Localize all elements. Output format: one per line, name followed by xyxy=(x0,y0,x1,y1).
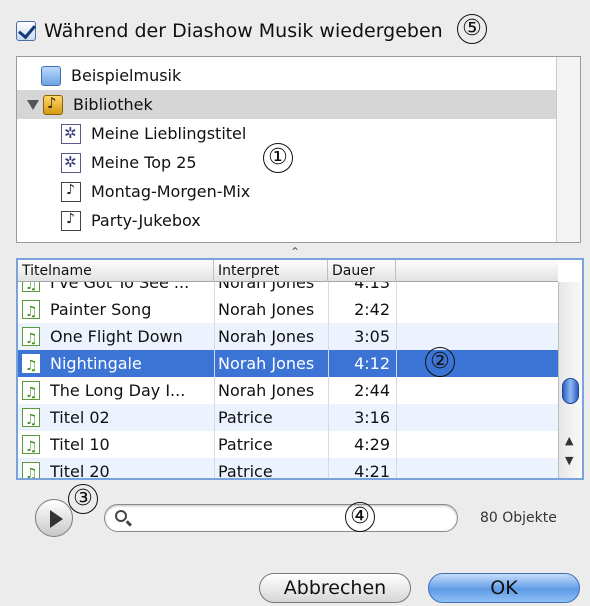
song-title: One Flight Down xyxy=(50,327,183,346)
scrollbar-thumb[interactable] xyxy=(562,378,579,404)
table-row-selected[interactable]: Nightingale Norah Jones 4:12 xyxy=(18,350,558,377)
song-icon xyxy=(22,404,44,431)
song-icon xyxy=(22,458,44,478)
cancel-button[interactable]: Abbrechen xyxy=(259,573,411,603)
play-music-label: Während der Diashow Musik wiedergeben xyxy=(44,20,443,42)
song-duration: 4:12 xyxy=(354,354,390,373)
source-list[interactable]: Beispielmusik Bibliothek Meine Lieblings… xyxy=(16,56,581,243)
song-duration: 4:13 xyxy=(354,282,390,292)
song-artist: Norah Jones xyxy=(218,381,315,400)
song-title: Nightingale xyxy=(50,354,142,373)
song-artist: Patrice xyxy=(218,462,273,478)
tree-item-label: Party-Jukebox xyxy=(91,211,201,230)
item-count: 80 Objekte xyxy=(480,510,557,526)
song-title: Titel 02 xyxy=(50,408,110,427)
ok-button[interactable]: OK xyxy=(428,573,580,603)
song-icon xyxy=(22,377,44,404)
playlist-icon xyxy=(61,181,81,202)
tree-item-beispielmusik[interactable]: Beispielmusik xyxy=(17,61,558,90)
song-icon xyxy=(22,323,44,350)
tree-item-meine-lieblingstitel[interactable]: Meine Lieblingstitel xyxy=(17,119,558,148)
tree-item-montag-morgen-mix[interactable]: Montag-Morgen-Mix xyxy=(17,177,558,206)
song-table[interactable]: Titelname Interpret Dauer I've Got To Se… xyxy=(16,258,584,480)
song-artist: Norah Jones xyxy=(218,282,315,292)
tree-item-party-jukebox[interactable]: Party-Jukebox xyxy=(17,206,558,235)
song-duration: 3:05 xyxy=(354,327,390,346)
song-artist: Patrice xyxy=(218,435,273,454)
song-duration: 2:44 xyxy=(354,381,390,400)
song-title: Titel 10 xyxy=(50,435,110,454)
column-header-artist[interactable]: Interpret xyxy=(214,260,328,282)
play-music-option[interactable]: Während der Diashow Musik wiedergeben xyxy=(16,16,443,46)
source-list-scrollbar[interactable] xyxy=(556,57,580,242)
disclosure-triangle-icon[interactable] xyxy=(27,99,39,110)
table-row[interactable]: I've Got To See ... Norah Jones 4:13 xyxy=(18,282,558,296)
tree-item-label: Meine Top 25 xyxy=(91,153,197,172)
song-duration: 4:21 xyxy=(354,462,390,478)
column-header-empty xyxy=(396,260,558,282)
song-artist: Norah Jones xyxy=(218,327,315,346)
scroll-down-arrow-icon[interactable]: ▼ xyxy=(565,454,573,467)
song-artist: Norah Jones xyxy=(218,300,315,319)
song-icon xyxy=(22,431,44,458)
song-duration: 4:29 xyxy=(354,435,390,454)
callout-3: ③ xyxy=(68,484,98,514)
callout-1: ① xyxy=(263,143,293,173)
song-duration: 3:16 xyxy=(354,408,390,427)
callout-4: ④ xyxy=(345,502,375,532)
search-field[interactable] xyxy=(104,504,458,532)
split-handle-icon[interactable]: ⌃ xyxy=(290,245,300,259)
callout-2: ② xyxy=(425,347,455,377)
song-icon xyxy=(22,296,44,323)
song-icon xyxy=(22,350,44,377)
song-artist: Patrice xyxy=(218,408,273,427)
smart-playlist-icon xyxy=(61,152,81,173)
table-row[interactable]: Titel 20 Patrice 4:21 xyxy=(18,458,558,478)
table-row[interactable]: Painter Song Norah Jones 2:42 xyxy=(18,296,558,323)
play-music-checkbox[interactable] xyxy=(16,21,36,41)
tree-item-bibliothek[interactable]: Bibliothek xyxy=(17,90,558,119)
smart-playlist-icon xyxy=(61,123,81,144)
search-icon xyxy=(115,510,127,522)
tree-item-label: Beispielmusik xyxy=(71,66,182,85)
folder-icon xyxy=(41,65,61,86)
column-divider xyxy=(396,282,397,478)
play-preview-button[interactable] xyxy=(35,499,73,537)
table-row[interactable]: One Flight Down Norah Jones 3:05 xyxy=(18,323,558,350)
table-header: Titelname Interpret Dauer xyxy=(18,260,558,282)
tree-item-label: Bibliothek xyxy=(73,95,153,114)
table-row[interactable]: The Long Day I... Norah Jones 2:44 xyxy=(18,377,558,404)
playlist-icon xyxy=(61,210,81,231)
callout-5: ⑤ xyxy=(457,14,487,44)
song-artist: Norah Jones xyxy=(218,354,315,373)
song-title: Titel 20 xyxy=(50,462,110,478)
table-body: I've Got To See ... Norah Jones 4:13 Pai… xyxy=(18,282,558,478)
scroll-up-arrow-icon[interactable]: ▲ xyxy=(565,434,573,447)
song-title: The Long Day I... xyxy=(50,381,186,400)
song-title: I've Got To See ... xyxy=(50,282,190,292)
song-table-scrollbar[interactable]: ▲ ▼ xyxy=(558,282,582,478)
song-duration: 2:42 xyxy=(354,300,390,319)
song-title: Painter Song xyxy=(50,300,152,319)
tree-item-label: Meine Lieblingstitel xyxy=(91,124,247,143)
table-row[interactable]: Titel 02 Patrice 3:16 xyxy=(18,404,558,431)
column-header-title[interactable]: Titelname xyxy=(18,260,214,282)
column-divider xyxy=(328,282,329,478)
library-icon xyxy=(43,94,63,115)
search-input[interactable] xyxy=(135,508,445,528)
tree-item-label: Montag-Morgen-Mix xyxy=(91,182,251,201)
table-row[interactable]: Titel 10 Patrice 4:29 xyxy=(18,431,558,458)
column-divider xyxy=(214,282,215,478)
column-header-duration[interactable]: Dauer xyxy=(328,260,396,282)
song-icon xyxy=(22,282,44,296)
